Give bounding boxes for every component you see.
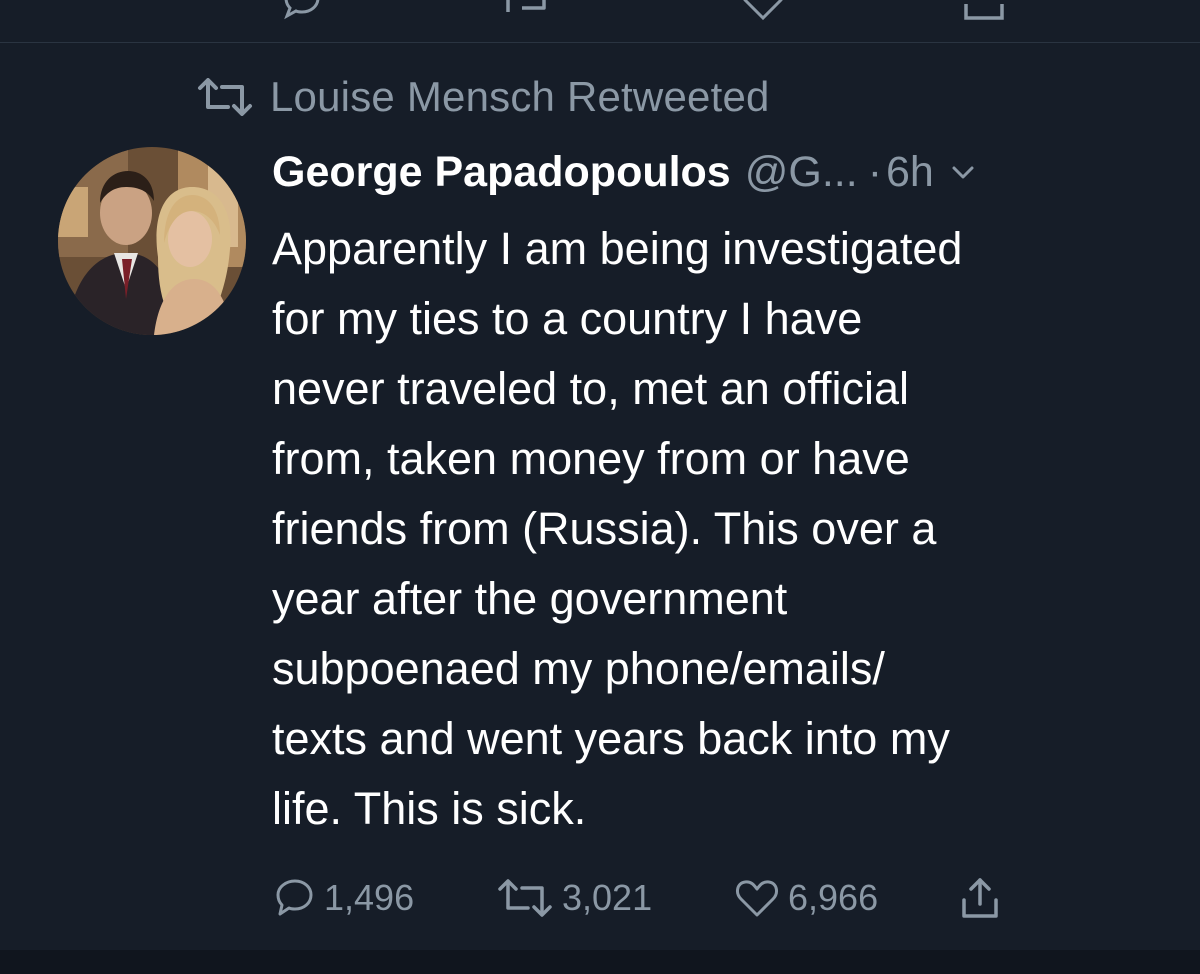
retweet-icon[interactable] (498, 0, 554, 22)
tweet-timestamp[interactable]: 6h (886, 148, 934, 197)
tweet-text: Apparently I am being investigated for m… (272, 214, 1152, 844)
reply-button[interactable]: 1,496 (274, 872, 414, 924)
tweet-text-line: Apparently I am being investigated (272, 223, 963, 274)
tweet-text-line: life. This is sick. (272, 783, 587, 834)
previous-tweet-actions (0, 0, 1200, 42)
retweet-context[interactable]: Louise Mensch Retweeted (196, 70, 770, 124)
tweet-text-line: subpoenaed my phone/emails/ (272, 643, 885, 694)
profile-photo (58, 147, 246, 335)
bottom-separator (0, 950, 1200, 974)
author-display-name[interactable]: George Papadopoulos (272, 148, 731, 197)
author-handle[interactable]: @G... (745, 148, 858, 197)
tweet-text-line: friends from (Russia). This over a (272, 503, 937, 554)
share-icon (962, 878, 998, 918)
like-icon[interactable] (738, 0, 788, 22)
retweet-icon (498, 879, 552, 917)
heart-icon (736, 880, 778, 917)
reply-icon[interactable] (280, 0, 324, 22)
retweet-count: 3,021 (562, 877, 653, 918)
tweet-text-line: never traveled to, met an official (272, 363, 910, 414)
tweet-menu-button[interactable] (948, 161, 978, 183)
tweet-header: George Papadopoulos @G... · 6h (272, 144, 978, 200)
tweet-divider (0, 42, 1200, 43)
retweeted-by-label: Louise Mensch Retweeted (270, 73, 770, 120)
retweet-icon (198, 78, 252, 116)
share-button[interactable] (958, 872, 1002, 924)
tweet-text-line: from, taken money from or have (272, 433, 910, 484)
tweet-text-line: for my ties to a country I have (272, 293, 863, 344)
reply-icon (276, 879, 313, 916)
like-count: 6,966 (788, 877, 879, 918)
retweet-button[interactable]: 3,021 (496, 872, 652, 924)
tweet-text-line: year after the government (272, 573, 788, 624)
like-button[interactable]: 6,966 (734, 872, 878, 924)
avatar[interactable] (58, 147, 246, 335)
share-icon[interactable] (962, 0, 1006, 22)
tweet-text-line: texts and went years back into my (272, 713, 950, 764)
reply-count: 1,496 (324, 877, 415, 918)
chevron-down-icon (952, 166, 974, 179)
separator-dot: · (867, 147, 883, 196)
